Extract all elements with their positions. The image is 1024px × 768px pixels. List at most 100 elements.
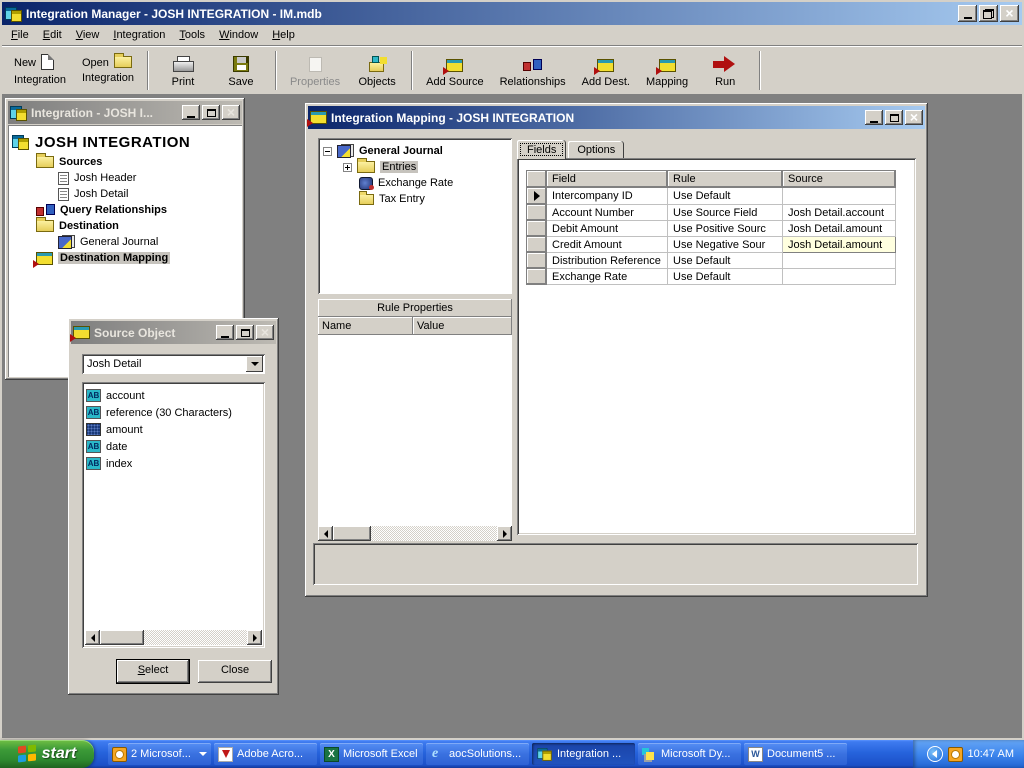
cell-rule[interactable]: Use Default	[668, 188, 783, 205]
close-button[interactable]	[1000, 5, 1019, 22]
cell-field[interactable]: Exchange Rate	[547, 269, 668, 285]
scroll-left-button[interactable]	[85, 630, 100, 645]
tree-node-root[interactable]: JOSH INTEGRATION	[12, 130, 242, 154]
restore-button[interactable]	[979, 5, 998, 22]
grid-row[interactable]: Distribution Reference Use Default	[527, 253, 896, 269]
minimize-button[interactable]	[216, 325, 234, 340]
close-button[interactable]	[256, 325, 274, 340]
list-item-account[interactable]: AB account	[86, 387, 262, 404]
cell-rule[interactable]: Use Default	[668, 253, 783, 269]
relationships-button[interactable]: Relationships	[492, 49, 574, 92]
cell-rule[interactable]: Use Default	[668, 269, 783, 285]
collapse-expander-icon[interactable]	[323, 147, 332, 156]
close-button[interactable]	[222, 105, 240, 120]
add-source-button[interactable]: Add Source	[418, 49, 491, 92]
rule-properties-hscrollbar[interactable]	[318, 526, 512, 541]
grid-row[interactable]: Account Number Use Source Field Josh Det…	[527, 205, 896, 221]
add-dest-button[interactable]: Add Dest.	[574, 49, 638, 92]
objects-button[interactable]: Objects	[348, 49, 406, 92]
list-item-date[interactable]: AB date	[86, 438, 262, 455]
mapping-button[interactable]: Mapping	[638, 49, 696, 92]
close-button[interactable]	[905, 110, 923, 125]
cell-source[interactable]: Josh Detail.amount	[783, 221, 896, 237]
scroll-thumb[interactable]	[333, 526, 371, 541]
tree-node-entries[interactable]: Entries	[323, 159, 512, 175]
task-document5[interactable]: Document5 ...	[744, 743, 847, 765]
scroll-track[interactable]	[144, 630, 247, 645]
task-microsoft-group[interactable]: 2 Microsof...	[108, 743, 211, 765]
scroll-right-button[interactable]	[497, 526, 512, 541]
grid-row[interactable]: Intercompany ID Use Default	[527, 188, 896, 205]
minimize-button[interactable]	[182, 105, 200, 120]
grid-row[interactable]: Credit Amount Use Negative Sour Josh Det…	[527, 237, 896, 253]
run-button[interactable]: Run	[696, 49, 754, 92]
tree-node-general-journal[interactable]: General Journal	[12, 234, 242, 250]
list-hscrollbar[interactable]	[85, 630, 262, 645]
combobox-dropdown-button[interactable]	[246, 356, 263, 372]
scroll-thumb[interactable]	[100, 630, 144, 645]
tree-node-destination-mapping[interactable]: Destination Mapping	[12, 250, 242, 266]
menu-integration[interactable]: Integration	[106, 27, 172, 43]
maximize-button[interactable]	[236, 325, 254, 340]
menu-help[interactable]: Help	[265, 27, 302, 43]
select-button[interactable]: Select	[117, 660, 189, 683]
tree-node-destination[interactable]: Destination	[12, 218, 242, 234]
maximize-button[interactable]	[885, 110, 903, 125]
cell-rule[interactable]: Use Positive Sourc	[668, 221, 783, 237]
minimize-button[interactable]	[958, 5, 977, 22]
menu-edit[interactable]: Edit	[36, 27, 69, 43]
grid-row[interactable]: Exchange Rate Use Default	[527, 269, 896, 285]
tree-node-sources[interactable]: Sources	[12, 154, 242, 170]
menu-file[interactable]: File	[4, 27, 36, 43]
tree-node-general-journal[interactable]: General Journal	[323, 143, 512, 159]
cell-field[interactable]: Debit Amount	[547, 221, 668, 237]
grid-row[interactable]: Debit Amount Use Positive Sourc Josh Det…	[527, 221, 896, 237]
tree-node-tax-entry[interactable]: Tax Entry	[323, 191, 512, 207]
cell-rule[interactable]: Use Source Field	[668, 205, 783, 221]
print-button[interactable]: Print	[154, 49, 212, 92]
menu-tools[interactable]: Tools	[172, 27, 212, 43]
tree-node-josh-header[interactable]: Josh Header	[12, 170, 242, 186]
cell-source[interactable]: Josh Detail.account	[783, 205, 896, 221]
cell-source[interactable]	[783, 269, 896, 285]
scroll-track[interactable]	[371, 526, 497, 541]
menu-view[interactable]: View	[69, 27, 107, 43]
task-microsoft-dynamics[interactable]: Microsoft Dy...	[638, 743, 741, 765]
tab-fields[interactable]: Fields	[517, 140, 566, 159]
cell-field[interactable]: Account Number	[547, 205, 668, 221]
list-item-amount[interactable]: amount	[86, 421, 262, 438]
task-microsoft-excel[interactable]: Microsoft Excel	[320, 743, 423, 765]
tree-node-exchange-rate[interactable]: Exchange Rate	[323, 175, 512, 191]
start-button[interactable]: start	[0, 740, 94, 768]
menu-window[interactable]: Window	[212, 27, 265, 43]
list-item-index[interactable]: AB index	[86, 455, 262, 472]
rule-properties-name-header[interactable]: Name	[318, 317, 413, 335]
list-item-reference[interactable]: AB reference (30 Characters)	[86, 404, 262, 421]
source-object-combobox[interactable]: Josh Detail	[82, 354, 265, 374]
maximize-button[interactable]	[202, 105, 220, 120]
task-integration-manager[interactable]: Integration ...	[532, 743, 635, 765]
close-dialog-button[interactable]: Close	[198, 660, 272, 683]
cell-field[interactable]: Credit Amount	[547, 237, 668, 253]
expand-expander-icon[interactable]	[343, 163, 352, 172]
grid-col-source[interactable]: Source	[783, 171, 896, 188]
save-button[interactable]: Save	[212, 49, 270, 92]
tree-node-query-relationships[interactable]: Query Relationships	[12, 202, 242, 218]
cell-field[interactable]: Distribution Reference	[547, 253, 668, 269]
rule-properties-value-header[interactable]: Value	[413, 317, 512, 335]
cell-field[interactable]: Intercompany ID	[547, 188, 668, 205]
task-aocsolutions[interactable]: aocSolutions...	[426, 743, 529, 765]
minimize-button[interactable]	[865, 110, 883, 125]
open-integration-button[interactable]: Open Integration	[74, 49, 142, 92]
cell-rule[interactable]: Use Negative Sour	[668, 237, 783, 253]
cell-source[interactable]	[783, 253, 896, 269]
scroll-right-button[interactable]	[247, 630, 262, 645]
cell-source-selected[interactable]: Josh Detail.amount	[783, 237, 896, 253]
new-integration-button[interactable]: New Integration	[6, 49, 74, 92]
task-adobe-acrobat[interactable]: Adobe Acro...	[214, 743, 317, 765]
tab-options[interactable]: Options	[568, 141, 624, 159]
scroll-left-button[interactable]	[318, 526, 333, 541]
cell-source[interactable]	[783, 188, 896, 205]
hide-icons-chevron-button[interactable]	[927, 746, 943, 762]
tree-node-josh-detail[interactable]: Josh Detail	[12, 186, 242, 202]
